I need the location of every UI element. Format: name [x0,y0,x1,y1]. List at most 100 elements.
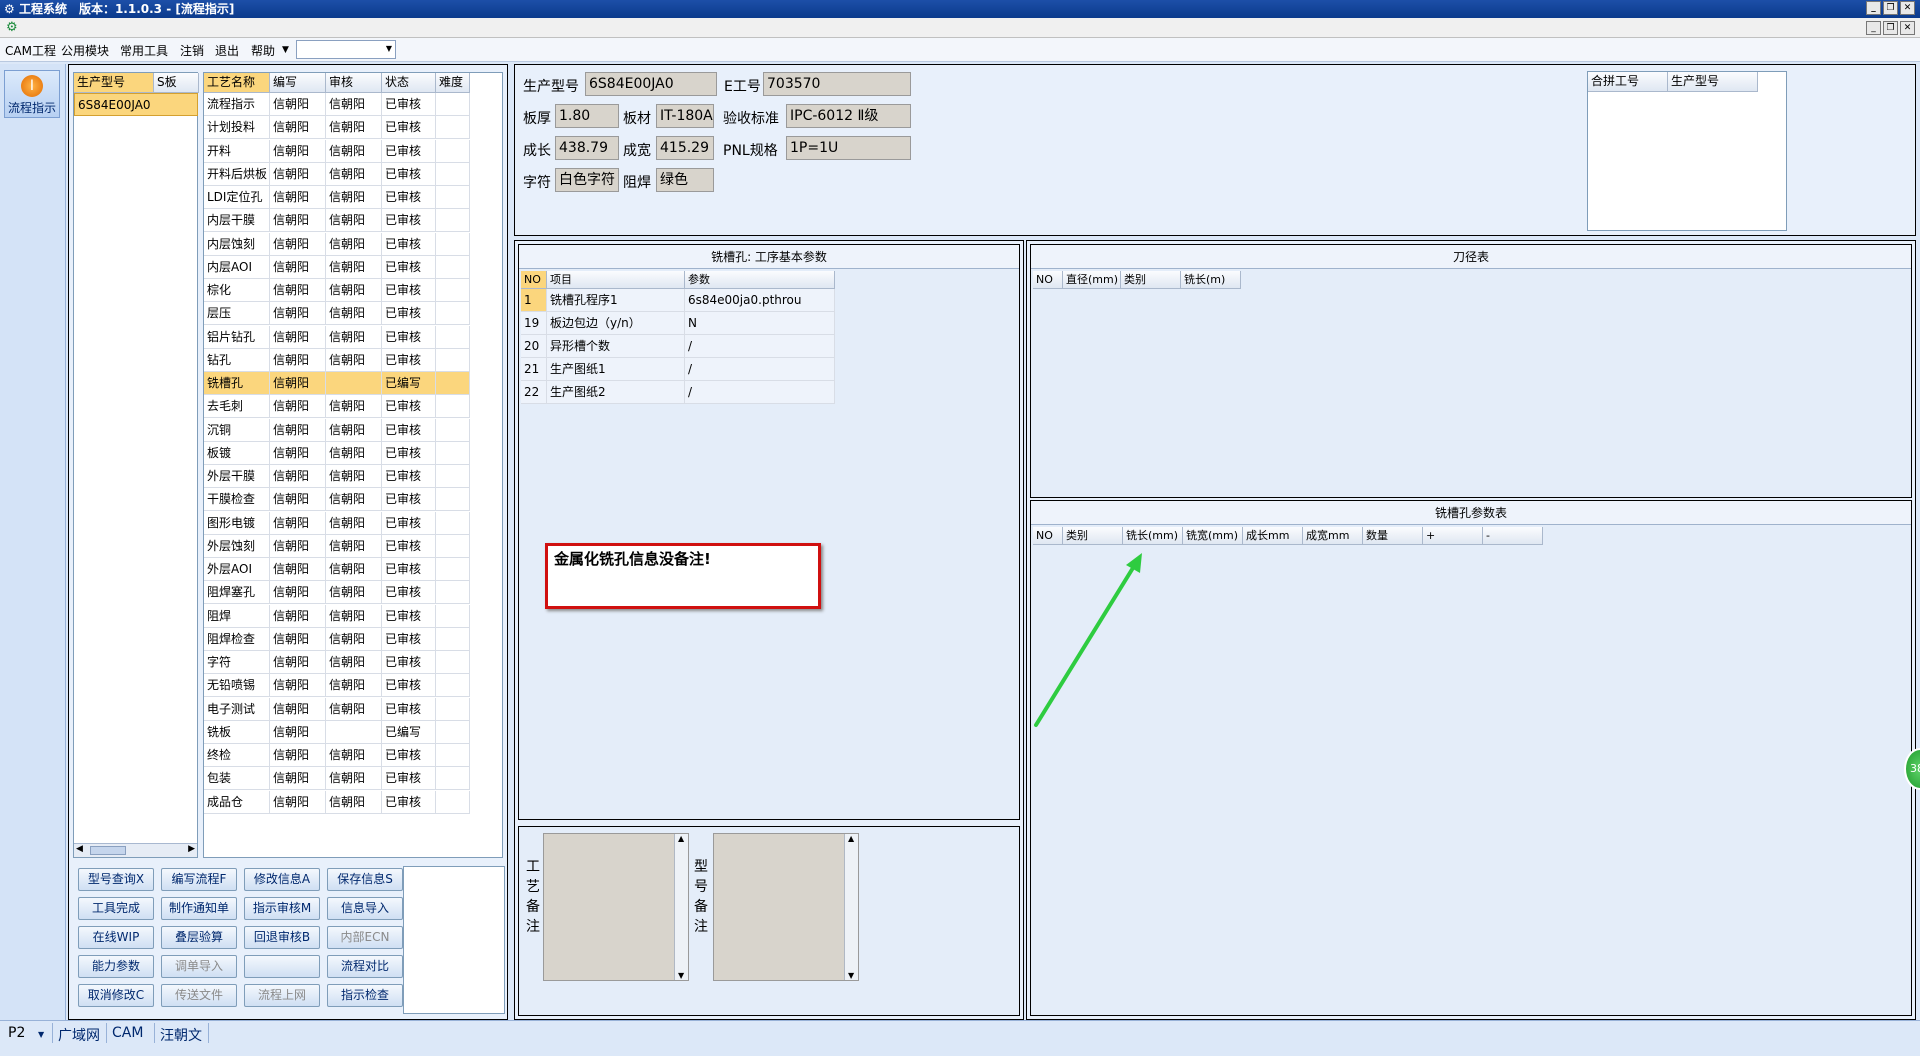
action-button[interactable]: 叠层验算 [161,926,237,949]
action-button[interactable]: 取消修改C [78,984,154,1007]
restore-icon[interactable]: ❐ [1883,1,1898,15]
table-row[interactable]: 外层AOI 信朝阳 信朝阳 已审核 [204,558,470,581]
action-button[interactable]: 信息导入 [327,897,403,920]
table-row[interactable]: 21 生产图纸1/ [521,358,835,381]
table-row[interactable]: 字符 信朝阳 信朝阳 已审核 [204,651,470,674]
action-button[interactable]: 内部ECN [327,926,403,949]
close-icon[interactable]: ✕ [1900,1,1915,15]
table-row[interactable]: 包装 信朝阳 信朝阳 已审核 [204,767,470,791]
page-dropdown-icon[interactable]: ▼ [38,1030,44,1039]
table-row[interactable]: 20 异形槽个数 / [521,335,835,358]
table-row[interactable]: 沉铜 信朝阳 信朝阳 已审核 [204,418,470,442]
table-row[interactable]: 干膜检查 信朝阳 信朝阳 已审核 [204,488,470,512]
params-header-item[interactable]: 项目 [547,271,685,289]
table-row[interactable]: 内层AOI 信朝阳 信朝阳 已审核 [204,255,470,279]
table-row[interactable]: 外层干膜 信朝阳 信朝阳 已审核 [204,465,470,488]
params-header-no[interactable]: NO [521,271,547,289]
table-row[interactable]: 去毛刺 信朝阳 信朝阳 已审核 [204,395,470,419]
table-row[interactable]: 开料 信朝阳 信朝阳 已审核 [204,139,470,163]
field-standard[interactable]: IPC-6012 Ⅱ级 [786,104,911,128]
slot-header[interactable]: 铣宽(mm) [1183,527,1243,545]
slot-header[interactable]: 成宽mm [1303,527,1363,545]
action-button[interactable]: 调单导入 [161,955,237,978]
table-row[interactable]: 计划投料 信朝阳 信朝阳 已审核 [204,116,470,140]
table-row[interactable]: 外层蚀刻 信朝阳 信朝阳 已审核 [204,534,470,558]
action-button[interactable]: 能力参数 [78,955,154,978]
table-row[interactable]: 阻焊塞孔 信朝阳 信朝阳 已审核 [204,581,470,605]
scroll-right-icon[interactable]: ▶ [188,844,195,854]
process-header-reviewer[interactable]: 审核 [326,73,382,93]
table-row[interactable]: 棕化 信朝阳 信朝阳 已审核 [204,279,470,302]
action-button[interactable]: 保存信息S [327,868,403,891]
action-button[interactable]: 型号查询X [78,868,154,891]
table-row[interactable]: LDI定位孔 信朝阳 信朝阳 已审核 [204,186,470,209]
action-button[interactable]: 编写流程F [161,868,237,891]
table-row[interactable]: 内层蚀刻 信朝阳 信朝阳 已审核 [204,232,470,256]
table-row[interactable]: 无铅喷锡 信朝阳 信朝阳 已审核 [204,674,470,698]
scroll-down-icon[interactable]: ▼ [678,971,684,980]
field-eno[interactable]: 703570 [763,72,911,96]
tool-header[interactable]: 铣长(m) [1181,271,1241,289]
process-header-difficulty[interactable]: 难度 [436,73,470,93]
menu-common[interactable]: 公用模块 [61,42,109,59]
table-row[interactable]: 内层干膜 信朝阳 信朝阳 已审核 [204,209,470,233]
mdi-close-icon[interactable]: ✕ [1900,21,1915,35]
slot-header[interactable]: - [1483,527,1543,545]
table-row[interactable]: 层压 信朝阳 信朝阳 已审核 [204,302,470,326]
table-row[interactable]: 22 生产图纸2/ [521,381,835,404]
model-notes-scrollbar[interactable]: ▲ ▼ [844,834,858,980]
action-button[interactable]: 指示检查 [327,984,403,1007]
table-row[interactable]: 铣槽孔 信朝阳 已编写 [204,372,470,395]
action-button[interactable]: 工具完成 [78,897,154,920]
field-pnl[interactable]: 1P=1U [786,136,911,160]
menu-cam[interactable]: CAM工程 [5,42,56,59]
action-button[interactable] [244,955,320,978]
flow-indicator-button[interactable]: Ⅰ 流程指示 [4,70,60,118]
table-row[interactable]: 电子测试 信朝阳 信朝阳 已审核 [204,697,470,721]
scroll-thumb[interactable] [90,846,126,855]
tool-header[interactable]: 类别 [1121,271,1181,289]
menu-logout[interactable]: 注销 [180,42,204,59]
action-button[interactable]: 在线WIP [78,926,154,949]
table-row[interactable]: 阻焊检查 信朝阳 信朝阳 已审核 [204,627,470,651]
model-hscrollbar[interactable]: ◀ ▶ [74,843,197,857]
model-row[interactable]: 6S84E00JA0 [74,93,198,116]
menu-exit[interactable]: 退出 [215,42,239,59]
field-width[interactable]: 415.29 [656,136,714,160]
tool-header[interactable]: 直径(mm) [1063,271,1121,289]
merge-header-eno[interactable]: 合拼工号 [1588,72,1668,92]
scroll-up-icon[interactable]: ▲ [848,834,854,843]
mdi-minimize-icon[interactable]: _ [1866,21,1881,35]
table-row[interactable]: 19 板边包边（y/n） N [521,312,835,335]
field-solder[interactable]: 绿色 [656,168,714,192]
table-row[interactable]: 阻焊 信朝阳 信朝阳 已审核 [204,604,470,628]
model-notes-textarea[interactable]: ▲ ▼ [713,833,859,981]
table-row[interactable]: 铣板 信朝阳 已编写 [204,720,470,744]
table-row[interactable]: 1 铣槽孔程序1 6s84e00ja0.pthrou [521,289,835,312]
menu-help[interactable]: 帮助 [251,42,275,59]
action-button[interactable]: 指示审核M [244,897,320,920]
field-char[interactable]: 白色字符 [555,168,619,192]
table-row[interactable]: 钻孔 信朝阳 信朝阳 已审核 [204,348,470,372]
table-row[interactable]: 终检 信朝阳 信朝阳 已审核 [204,744,470,767]
model-header-model[interactable]: 生产型号 [74,73,154,93]
table-row[interactable]: 板镀 信朝阳 信朝阳 已审核 [204,441,470,465]
minimize-icon[interactable]: _ [1866,1,1881,15]
table-row[interactable]: 成品仓 信朝阳 信朝阳 已审核 [204,790,470,814]
table-row[interactable]: 流程指示 信朝阳 信朝阳 已审核 [204,93,470,116]
table-row[interactable]: 图形电镀 信朝阳 信朝阳 已审核 [204,511,470,535]
slot-header[interactable]: NO [1033,527,1063,545]
slot-header[interactable]: 数量 [1363,527,1423,545]
slot-header[interactable]: 铣长(mm) [1123,527,1183,545]
slot-header[interactable]: 类别 [1063,527,1123,545]
action-button[interactable]: 回退审核B [244,926,320,949]
model-header-s[interactable]: S板 [154,73,199,93]
merge-header-model[interactable]: 生产型号 [1668,72,1758,92]
mdi-restore-icon[interactable]: ❐ [1883,21,1898,35]
process-header-writer[interactable]: 编写 [270,73,326,93]
tool-header[interactable]: NO [1033,271,1063,289]
table-row[interactable]: 开料后烘板 信朝阳 信朝阳 已审核 [204,162,470,186]
process-notes-textarea[interactable]: ▲ ▼ [543,833,689,981]
action-button[interactable]: 传送文件 [161,984,237,1007]
process-header-status[interactable]: 状态 [382,73,436,93]
